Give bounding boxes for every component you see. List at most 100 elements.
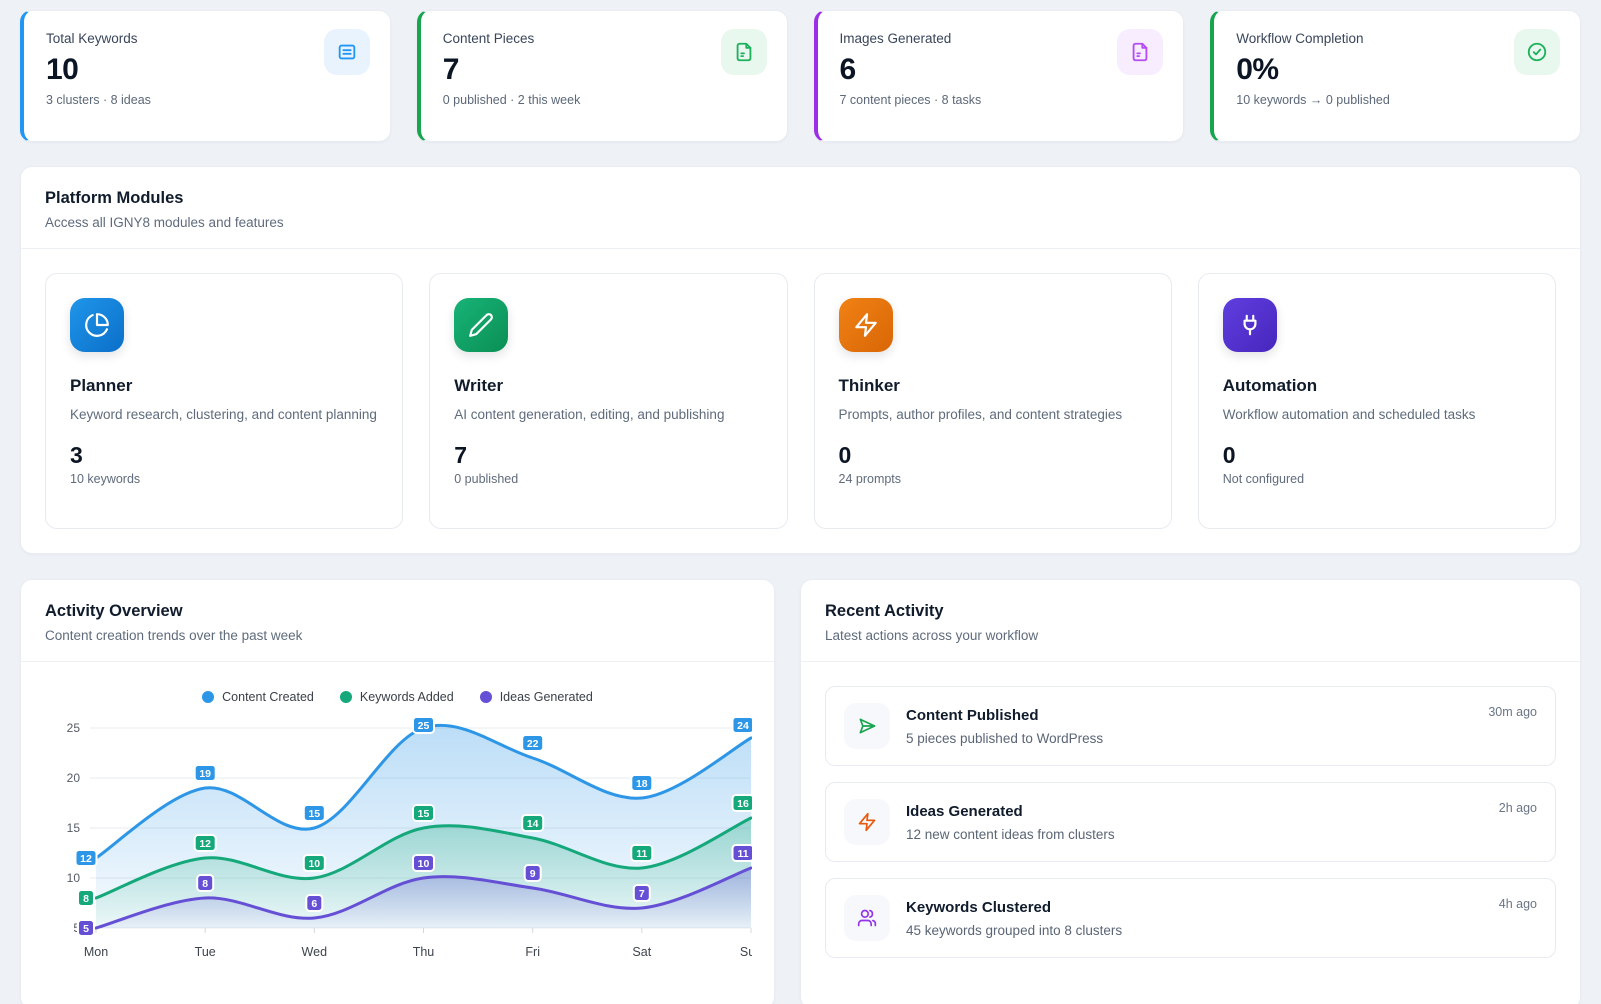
svg-text:10: 10 [67,871,81,885]
svg-text:Thu: Thu [413,945,435,959]
activity-item-keywords-clustered[interactable]: Keywords Clustered 45 keywords grouped i… [825,878,1556,958]
panel-subtitle: Latest actions across your workflow [825,628,1556,643]
legend-dot [480,691,492,703]
svg-text:12: 12 [80,853,92,865]
svg-text:6: 6 [311,898,317,910]
activity-line-chart: 510152025MonTueWedThuFriSatSun1219152522… [45,716,752,968]
module-sub: 10 keywords [70,472,378,486]
svg-text:19: 19 [199,768,211,780]
stat-value: 6 [840,53,1162,87]
stat-card-total-keywords: Total Keywords 10 3 clusters · 8 ideas [20,10,391,142]
stat-value: 10 [46,53,368,87]
users-icon [844,895,890,941]
stat-card-content-pieces: Content Pieces 7 0 published · 2 this we… [417,10,788,142]
activity-description: 12 new content ideas from clusters [906,827,1483,842]
activity-title: Keywords Clustered [906,899,1483,916]
bottom-row: Activity Overview Content creation trend… [20,579,1581,1004]
file-image-icon [1117,29,1163,75]
stat-label: Content Pieces [443,31,765,46]
chart-legend: Content Created Keywords Added Ideas Gener… [45,690,750,704]
recent-activity-panel: Recent Activity Latest actions across yo… [800,579,1581,1004]
svg-text:24: 24 [737,720,749,732]
activity-description: 5 pieces published to WordPress [906,731,1472,746]
activity-title: Content Published [906,707,1472,724]
svg-text:12: 12 [199,838,211,850]
activity-overview-header: Activity Overview Content creation trend… [21,580,774,662]
svg-text:8: 8 [202,878,208,890]
svg-text:Wed: Wed [302,945,328,959]
module-description: Keyword research, clustering, and conten… [70,405,378,426]
panel-title: Activity Overview [45,602,750,621]
stat-sub: 0 published · 2 this week [443,93,765,107]
list-square-icon [324,29,370,75]
svg-text:18: 18 [636,778,648,790]
module-card-thinker[interactable]: Thinker Prompts, author profiles, and co… [814,273,1172,529]
module-description: Prompts, author profiles, and content st… [839,405,1147,426]
module-card-planner[interactable]: Planner Keyword research, clustering, an… [45,273,403,529]
stat-label: Images Generated [840,31,1162,46]
activity-item-ideas-generated[interactable]: Ideas Generated 12 new content ideas fro… [825,782,1556,862]
svg-text:11: 11 [737,848,748,860]
pencil-icon [454,298,508,352]
svg-text:8: 8 [83,893,89,905]
stat-sub: 3 clusters · 8 ideas [46,93,368,107]
check-circle-icon [1514,29,1560,75]
legend-item-content-created[interactable]: Content Created [202,690,314,704]
stats-row: Total Keywords 10 3 clusters · 8 ideas C… [20,10,1581,142]
legend-item-ideas-generated[interactable]: Ideas Generated [480,690,593,704]
activity-timestamp: 2h ago [1499,799,1537,815]
svg-text:5: 5 [83,923,89,935]
svg-text:11: 11 [636,848,647,860]
module-value: 0 [839,442,1147,469]
module-sub: 0 published [454,472,762,486]
modules-grid: Planner Keyword research, clustering, an… [21,249,1580,553]
svg-text:25: 25 [418,720,430,732]
module-description: AI content generation, editing, and publ… [454,405,762,426]
recent-activity-list: Content Published 5 pieces published to … [801,662,1580,982]
activity-description: 45 keywords grouped into 8 clusters [906,923,1483,938]
panel-subtitle: Content creation trends over the past we… [45,628,750,643]
svg-text:Sun: Sun [740,945,752,959]
module-card-automation[interactable]: Automation Workflow automation and sched… [1198,273,1556,529]
activity-item-content-published[interactable]: Content Published 5 pieces published to … [825,686,1556,766]
svg-text:10: 10 [418,858,430,870]
activity-timestamp: 30m ago [1488,703,1537,719]
stat-sub: 7 content pieces · 8 tasks [840,93,1162,107]
activity-overview-panel: Activity Overview Content creation trend… [20,579,775,1004]
module-value: 3 [70,442,378,469]
activity-title: Ideas Generated [906,803,1483,820]
svg-text:15: 15 [308,808,320,820]
svg-text:9: 9 [530,868,536,880]
svg-text:15: 15 [418,808,430,820]
module-card-writer[interactable]: Writer AI content generation, editing, a… [429,273,787,529]
send-icon [844,703,890,749]
svg-text:Fri: Fri [525,945,540,959]
module-sub: Not configured [1223,472,1531,486]
svg-text:Tue: Tue [195,945,216,959]
module-sub: 24 prompts [839,472,1147,486]
stat-label: Workflow Completion [1236,31,1558,46]
panel-title: Platform Modules [45,189,1556,208]
file-text-icon [721,29,767,75]
legend-item-keywords-added[interactable]: Keywords Added [340,690,454,704]
panel-title: Recent Activity [825,602,1556,621]
module-name: Automation [1223,376,1531,396]
legend-dot [340,691,352,703]
module-name: Writer [454,376,762,396]
svg-text:22: 22 [527,738,539,750]
zap-icon [839,298,893,352]
module-value: 7 [454,442,762,469]
stat-label: Total Keywords [46,31,368,46]
module-description: Workflow automation and scheduled tasks [1223,405,1531,426]
stat-value: 7 [443,53,765,87]
stat-value: 0% [1236,53,1558,87]
stat-sub: 10 keywords → 0 published [1236,93,1558,107]
platform-modules-panel: Platform Modules Access all IGNY8 module… [20,166,1581,554]
dashboard-page: Total Keywords 10 3 clusters · 8 ideas C… [0,0,1601,1004]
svg-text:Sat: Sat [632,945,651,959]
svg-text:15: 15 [67,821,81,835]
svg-text:Mon: Mon [84,945,108,959]
module-name: Planner [70,376,378,396]
pie-chart-icon [70,298,124,352]
plug-icon [1223,298,1277,352]
